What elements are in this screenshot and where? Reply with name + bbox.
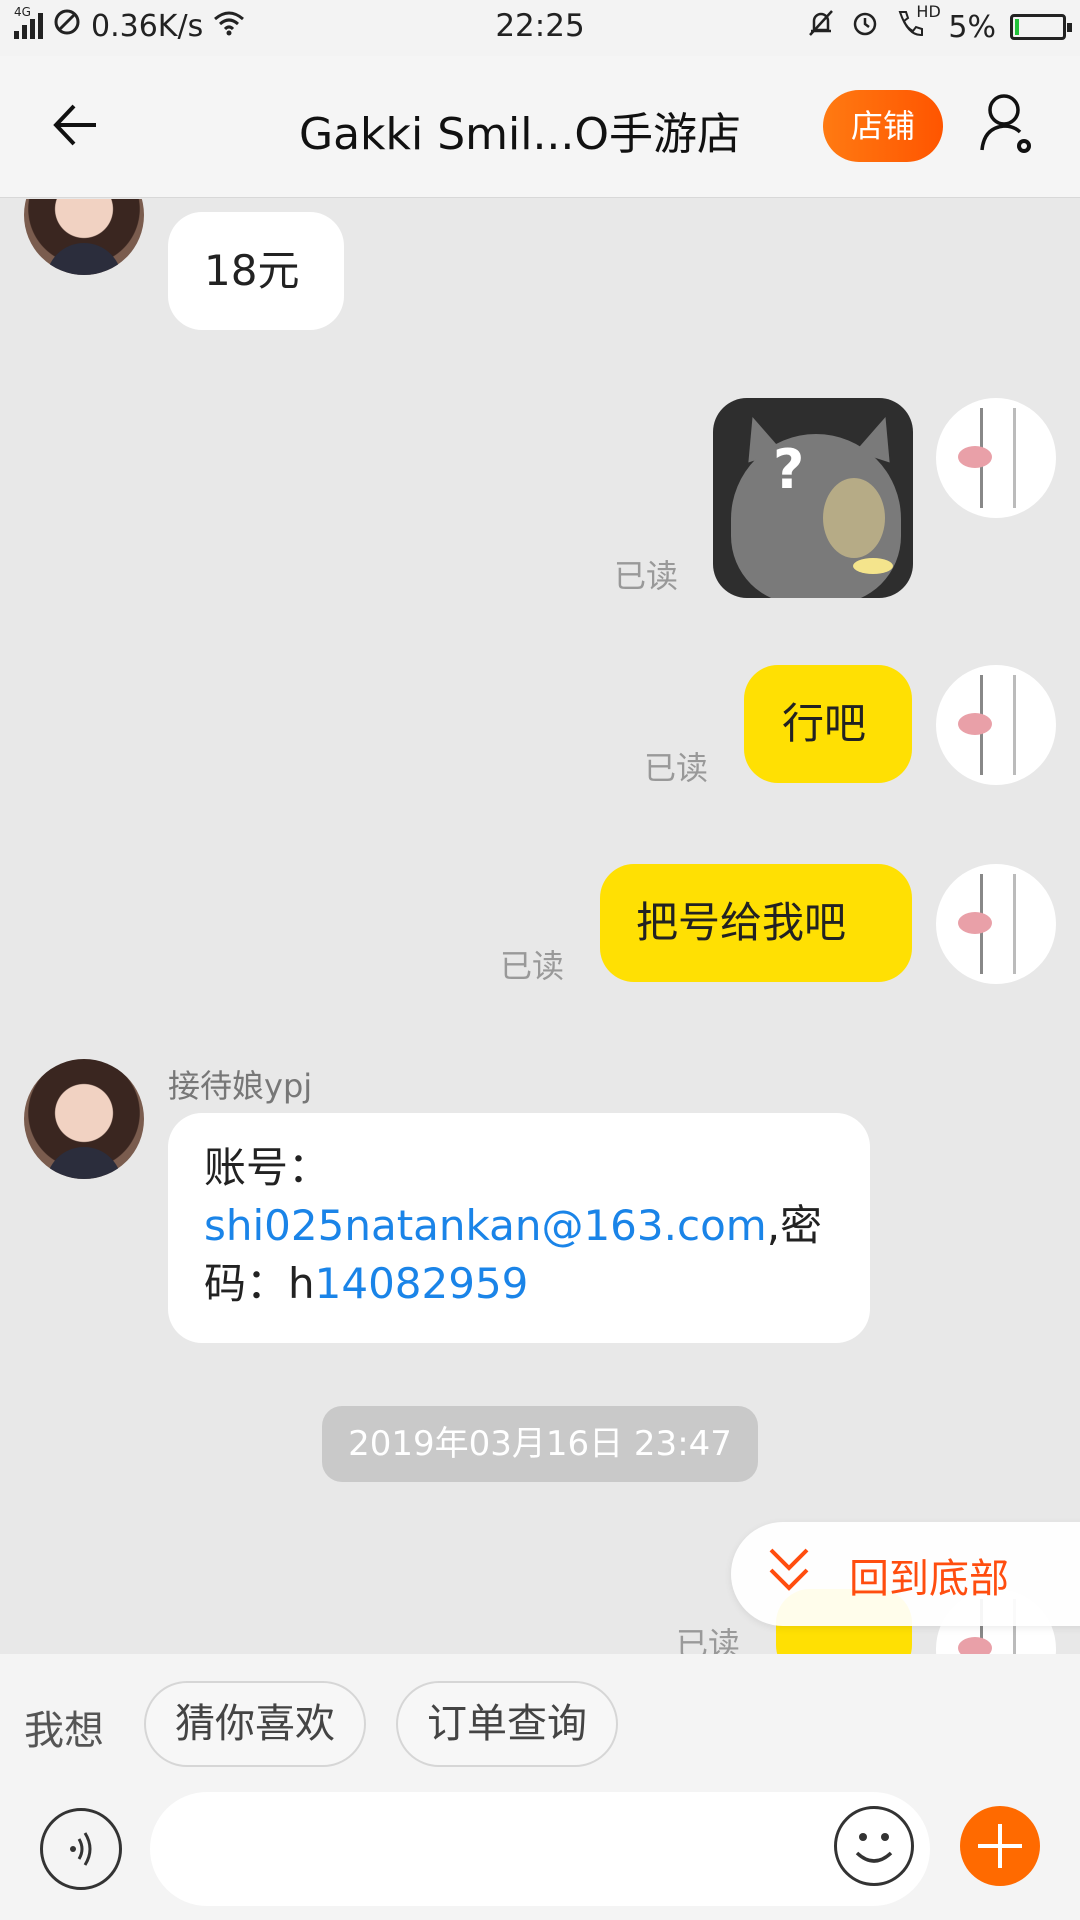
hd-label: HD	[916, 2, 941, 21]
read-receipt: 已读	[644, 749, 709, 787]
alarm-icon	[850, 8, 880, 46]
quick-actions-label: 我想	[24, 1708, 104, 1754]
message-bubble[interactable]: 行吧	[744, 665, 912, 783]
seller-avatar[interactable]	[24, 199, 144, 275]
hd-call-icon: HD	[894, 2, 941, 46]
mute-bell-icon	[806, 8, 836, 46]
email-link[interactable]: shi025natankan@163.com	[204, 1201, 767, 1250]
back-to-bottom-button[interactable]: 回到底部	[731, 1522, 1080, 1626]
emoji-icon[interactable]	[834, 1806, 914, 1886]
back-to-bottom-label: 回到底部	[849, 1556, 1009, 1602]
chip-guess-you-like[interactable]: 猜你喜欢	[144, 1681, 366, 1767]
my-avatar[interactable]	[936, 665, 1056, 785]
chat-header: Gakki Smil...O手游店 店铺	[0, 56, 1080, 198]
double-chevron-down-icon	[763, 1544, 815, 1600]
shop-button[interactable]: 店铺	[823, 90, 943, 162]
plus-icon[interactable]	[960, 1806, 1040, 1886]
message-text: 把号给我吧	[636, 898, 847, 947]
chip-order-query[interactable]: 订单查询	[396, 1681, 618, 1767]
sticker-question-mark: ?	[773, 438, 805, 501]
read-receipt: 已读	[614, 557, 679, 595]
user-settings-icon[interactable]	[978, 92, 1040, 158]
status-bar: 4G 0.36K/s 22:25 HD 5%	[0, 0, 1080, 56]
message-text: 账号： shi025natankan@163.com,密 码：h14082959	[204, 1143, 823, 1308]
message-bubble[interactable]: 账号： shi025natankan@163.com,密 码：h14082959	[168, 1113, 870, 1343]
battery-charging-icon	[1010, 14, 1072, 40]
chat-area[interactable]: 18元 ? 已读 行吧 已读 把号给我吧 已读 接待娘ypj 账号： shi02…	[0, 199, 1080, 1654]
battery-percent: 5%	[948, 9, 996, 45]
timestamp-badge: 2019年03月16日 23:47	[322, 1406, 758, 1482]
status-right: HD 5%	[806, 2, 1072, 46]
quick-actions-bar: 我想 猜你喜欢 订单查询	[0, 1654, 1080, 1784]
back-arrow-icon[interactable]	[48, 98, 102, 152]
battery-level-fill	[1015, 19, 1019, 35]
message-bubble[interactable]: 把号给我吧	[600, 864, 912, 982]
my-avatar[interactable]	[936, 864, 1056, 984]
message-text: 18元	[204, 246, 300, 295]
seller-avatar[interactable]	[24, 1059, 144, 1179]
read-receipt: 已读	[500, 947, 565, 985]
my-avatar[interactable]	[936, 398, 1056, 518]
read-receipt: 已读	[676, 1625, 741, 1654]
sender-name: 接待娘ypj	[168, 1067, 313, 1105]
message-input[interactable]	[150, 1792, 930, 1906]
page-title: Gakki Smil...O手游店	[298, 109, 742, 160]
message-text: 行吧	[782, 699, 867, 748]
input-bar	[0, 1784, 1080, 1920]
message-bubble[interactable]: 18元	[168, 212, 344, 330]
sticker-image[interactable]: ?	[713, 398, 913, 598]
voice-icon[interactable]	[40, 1808, 122, 1890]
number-link[interactable]: 14082959	[315, 1259, 529, 1308]
